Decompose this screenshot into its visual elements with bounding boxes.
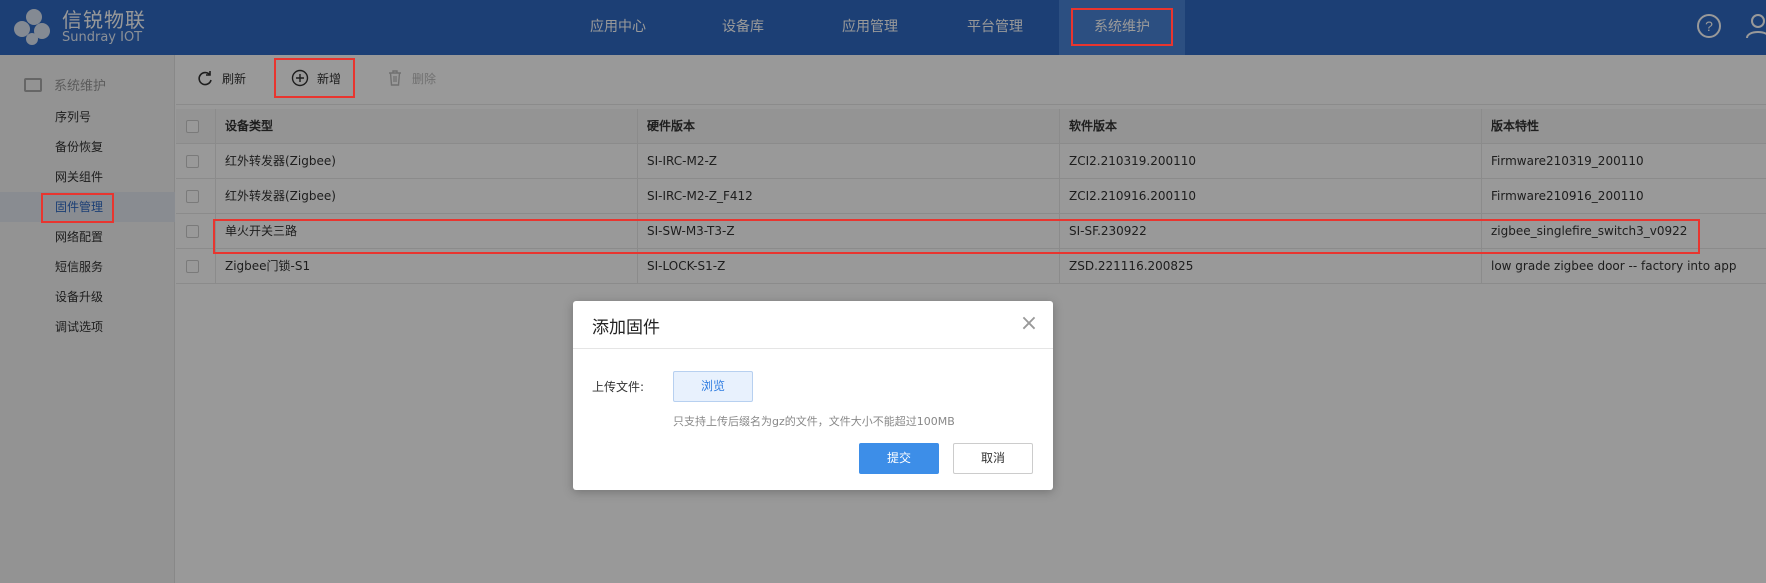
highlight-nav-system-maintenance <box>1071 8 1173 46</box>
upload-hint: 只支持上传后缀名为gz的文件，文件大小不能超过100MB <box>673 415 955 428</box>
browse-button[interactable]: 浏览 <box>673 371 753 402</box>
cancel-button[interactable]: 取消 <box>953 443 1033 474</box>
dialog-header: 添加固件 × <box>573 301 1053 349</box>
submit-button[interactable]: 提交 <box>859 443 939 474</box>
add-firmware-dialog: 添加固件 × 上传文件: 浏览 只支持上传后缀名为gz的文件，文件大小不能超过1… <box>573 301 1053 490</box>
close-icon[interactable]: × <box>1019 313 1039 335</box>
highlight-add-button <box>274 58 355 98</box>
highlight-sidebar-firmware <box>41 193 114 223</box>
upload-file-label: 上传文件: <box>592 380 645 394</box>
modal-overlay[interactable] <box>0 0 1766 583</box>
dialog-title: 添加固件 <box>592 318 660 338</box>
highlight-table-row <box>213 219 1700 254</box>
